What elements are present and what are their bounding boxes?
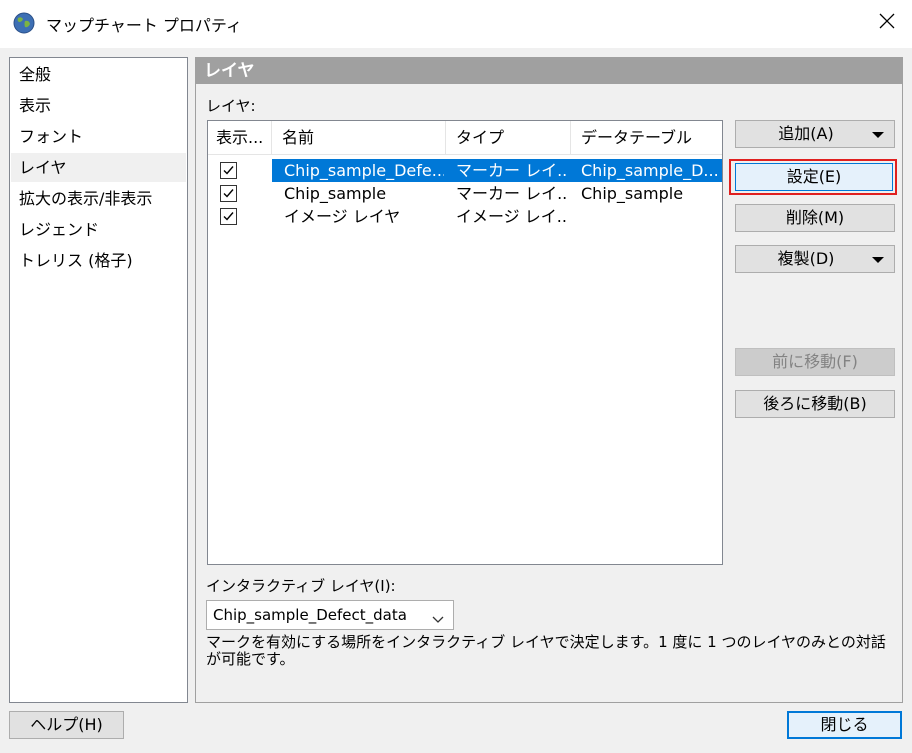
nav-item-legend[interactable]: レジェンド: [11, 215, 186, 244]
table-row[interactable]: イメージ レイヤ イメージ レイ...: [208, 205, 722, 228]
close-button[interactable]: 閉じる: [787, 711, 902, 739]
layer-type: マーカー レイ...: [456, 161, 568, 180]
add-layer-button[interactable]: 追加(A): [735, 120, 895, 148]
chevron-down-icon: [431, 607, 445, 635]
move-forward-button[interactable]: 前に移動(F): [735, 348, 895, 376]
listview-header: 表示... 名前 タイプ データテーブル: [208, 121, 722, 155]
nav-item-zoom-visibility[interactable]: 拡大の表示/非表示: [11, 184, 186, 213]
layer-name: Chip_sample: [284, 184, 387, 203]
layer-datatable: Chip_sample_D...: [581, 161, 719, 180]
nav-item-label: フォント: [19, 127, 84, 146]
help-button[interactable]: ヘルプ(H): [9, 711, 124, 739]
duplicate-layer-button[interactable]: 複製(D): [735, 245, 895, 273]
category-list[interactable]: 全般 表示 フォント レイヤ 拡大の表示/非表示 レジェンド トレリス (格子): [9, 57, 188, 703]
nav-item-display[interactable]: 表示: [11, 91, 186, 120]
layer-name: イメージ レイヤ: [284, 207, 401, 226]
close-icon: [879, 13, 895, 33]
delete-layer-label: 削除(M): [785, 208, 845, 227]
nav-item-label: 表示: [19, 96, 52, 115]
checkmark-icon: [223, 189, 234, 198]
checkmark-icon: [223, 166, 234, 175]
help-label: ヘルプ(H): [30, 715, 103, 734]
move-backward-button[interactable]: 後ろに移動(B): [735, 390, 895, 418]
panel-header: レイヤ: [196, 58, 902, 84]
delete-layer-button[interactable]: 削除(M): [735, 204, 895, 232]
nav-item-label: レイヤ: [19, 158, 67, 177]
layers-panel: レイヤ レイヤ: 表示... 名前 タイプ データテーブル Chip_sampl…: [195, 57, 903, 703]
interactive-layer-label: インタラクティブ レイヤ(I):: [206, 577, 396, 595]
layers-listview[interactable]: 表示... 名前 タイプ データテーブル Chip_sample_Defe...…: [207, 120, 723, 565]
layers-label: レイヤ:: [206, 97, 256, 115]
layer-type: マーカー レイ...: [456, 184, 568, 203]
interactive-layer-description: マークを有効にする場所をインタラクティブ レイヤで決定します。1 度に 1 つの…: [206, 633, 886, 668]
interactive-layer-value: Chip_sample_Defect_data: [213, 606, 407, 624]
nav-item-font[interactable]: フォント: [11, 122, 186, 151]
move-backward-label: 後ろに移動(B): [763, 394, 867, 413]
duplicate-layer-label: 複製(D): [777, 249, 835, 268]
visibility-checkbox[interactable]: [220, 208, 237, 225]
column-header-type[interactable]: タイプ: [446, 121, 571, 155]
column-header-visible[interactable]: 表示...: [208, 121, 272, 155]
settings-button[interactable]: 設定(E): [735, 163, 893, 191]
table-row[interactable]: Chip_sample マーカー レイ... Chip_sample: [208, 182, 722, 205]
settings-label: 設定(E): [786, 167, 842, 186]
move-forward-label: 前に移動(F): [772, 352, 858, 371]
layer-type: イメージ レイ...: [456, 207, 568, 226]
dropdown-arrow-icon: [872, 257, 884, 263]
title-bar: マップチャート プロパティ: [0, 0, 912, 48]
interactive-layer-select[interactable]: Chip_sample_Defect_data: [206, 600, 454, 630]
add-layer-label: 追加(A): [778, 124, 834, 143]
nav-item-general[interactable]: 全般: [11, 60, 186, 89]
column-header-name[interactable]: 名前: [272, 121, 446, 155]
nav-item-layers[interactable]: レイヤ: [11, 153, 186, 182]
layer-name: Chip_sample_Defe...: [284, 161, 444, 180]
window-title: マップチャート プロパティ: [46, 16, 242, 35]
nav-item-trellis[interactable]: トレリス (格子): [11, 246, 186, 275]
visibility-checkbox[interactable]: [220, 162, 237, 179]
nav-item-label: 全般: [19, 65, 52, 84]
checkmark-icon: [223, 212, 234, 221]
table-row[interactable]: Chip_sample_Defe... マーカー レイ... Chip_samp…: [208, 159, 722, 182]
layer-datatable: Chip_sample: [581, 184, 684, 203]
layer-datatable: [581, 205, 721, 228]
close-label: 閉じる: [820, 715, 869, 734]
column-header-datatable[interactable]: データテーブル: [571, 121, 722, 155]
close-window-button[interactable]: [862, 0, 912, 46]
globe-icon: [13, 12, 35, 34]
nav-item-label: トレリス (格子): [19, 251, 133, 270]
nav-item-label: 拡大の表示/非表示: [19, 189, 153, 208]
visibility-checkbox[interactable]: [220, 185, 237, 202]
nav-item-label: レジェンド: [19, 220, 100, 239]
dropdown-arrow-icon: [872, 132, 884, 138]
